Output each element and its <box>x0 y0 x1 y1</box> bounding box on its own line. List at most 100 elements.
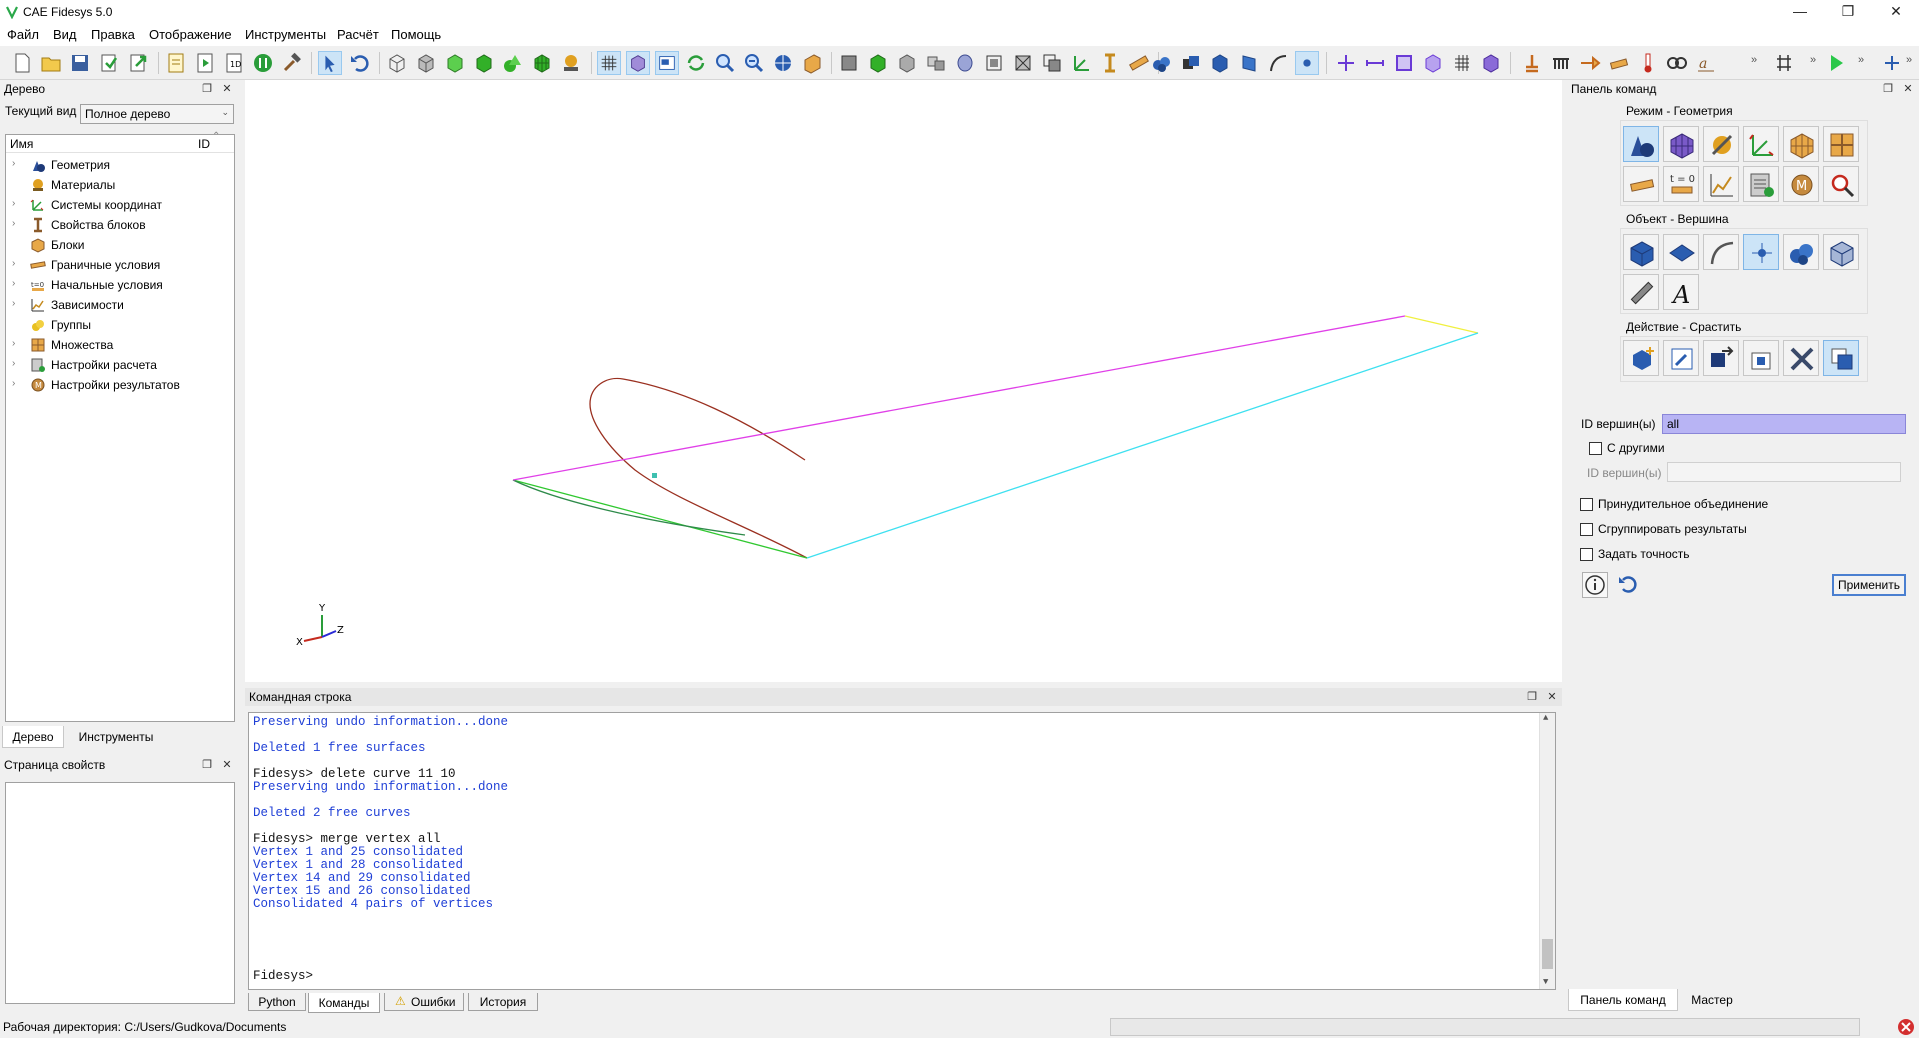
view-ellipse-icon[interactable] <box>953 51 977 75</box>
export-icon[interactable] <box>126 51 150 75</box>
menu-help[interactable]: Помощь <box>389 27 443 42</box>
menu-display[interactable]: Отображение <box>147 27 234 42</box>
expand-icon[interactable]: › <box>12 358 15 369</box>
import-icon[interactable] <box>97 51 121 75</box>
other-ids-input[interactable] <box>1667 462 1901 482</box>
action-split-button[interactable] <box>1743 340 1779 376</box>
graphics-viewport[interactable]: Y X Z <box>245 80 1562 682</box>
tree-col-name[interactable]: Имя <box>10 137 33 151</box>
force-merge-checkbox[interactable] <box>1580 498 1593 511</box>
force-arrow-icon[interactable] <box>1578 51 1602 75</box>
view-cross-icon[interactable] <box>1011 51 1035 75</box>
view-overlap-icon[interactable] <box>1040 51 1064 75</box>
object-surface-button[interactable] <box>1663 234 1699 270</box>
close-window-button[interactable]: ✕ <box>1873 0 1919 22</box>
tab-tools[interactable]: Инструменты <box>66 726 166 748</box>
with-others-checkbox[interactable] <box>1589 442 1602 455</box>
object-body-button[interactable] <box>1823 234 1859 270</box>
tab-tree[interactable]: Дерево <box>2 726 64 748</box>
volumes-icon[interactable] <box>1179 51 1203 75</box>
select-pointer-icon[interactable] <box>318 51 342 75</box>
shaded-box-icon[interactable] <box>414 51 438 75</box>
tree-col-id[interactable]: ID <box>198 137 210 151</box>
float-icon[interactable]: ❐ <box>200 756 214 774</box>
vertex-ids-input[interactable]: all <box>1662 414 1906 434</box>
object-vertex-button[interactable] <box>1743 234 1779 270</box>
scrollbar-thumb[interactable] <box>1542 939 1553 969</box>
tab-commands[interactable]: Команды <box>308 993 380 1013</box>
tab-history[interactable]: История <box>468 993 538 1011</box>
mode-results-button[interactable]: M <box>1783 166 1819 202</box>
formula-icon[interactable]: a <box>1694 51 1718 75</box>
curve-icon[interactable] <box>1266 51 1290 75</box>
info-button[interactable] <box>1582 572 1608 598</box>
element-block-icon[interactable] <box>1479 51 1503 75</box>
journal-icon[interactable] <box>164 51 188 75</box>
fit-all-icon[interactable] <box>771 51 795 75</box>
mode-blocks-button[interactable] <box>1783 126 1819 162</box>
mode-coordinates-button[interactable] <box>1743 126 1779 162</box>
tree-item-groups[interactable]: Группы <box>6 315 234 335</box>
tree-item-dependencies[interactable]: › Зависимости <box>6 295 234 315</box>
tab-command-panel[interactable]: Панель команд <box>1568 989 1678 1011</box>
play-script-icon[interactable] <box>193 51 217 75</box>
expand-icon[interactable]: › <box>12 198 15 209</box>
save-icon[interactable] <box>68 51 92 75</box>
scroll-up-icon[interactable]: ▲ <box>1543 713 1548 723</box>
tab-python[interactable]: Python <box>248 993 306 1011</box>
object-curve-button[interactable] <box>1703 234 1739 270</box>
surface-icon[interactable] <box>1237 51 1261 75</box>
object-measure-button[interactable] <box>1623 274 1659 310</box>
view-left-icon[interactable] <box>982 51 1006 75</box>
float-icon[interactable]: ❐ <box>200 80 214 98</box>
expand-icon[interactable]: › <box>12 298 15 309</box>
restore-button[interactable]: ❐ <box>1825 0 1871 22</box>
action-modify-button[interactable] <box>1663 340 1699 376</box>
zoom-in-icon[interactable] <box>713 51 737 75</box>
grid-icon[interactable] <box>597 51 621 75</box>
command-prompt[interactable]: Fidesys> <box>253 969 313 983</box>
perspective-box-icon[interactable] <box>800 51 824 75</box>
expand-icon[interactable]: › <box>12 158 15 169</box>
beam-profile-icon[interactable] <box>1098 51 1122 75</box>
menu-edit[interactable]: Правка <box>89 27 137 42</box>
volume-icon[interactable] <box>1208 51 1232 75</box>
tree-item-sets[interactable]: › Множества <box>6 335 234 355</box>
object-group-button[interactable] <box>1783 234 1819 270</box>
action-transform-button[interactable] <box>1703 340 1739 376</box>
green-box-icon[interactable] <box>443 51 467 75</box>
expand-icon[interactable]: › <box>12 258 15 269</box>
measure-icon[interactable] <box>1127 51 1151 75</box>
apply-button[interactable]: Применить <box>1832 574 1906 596</box>
object-volume-button[interactable] <box>1623 234 1659 270</box>
vertex-icon[interactable] <box>1295 51 1319 75</box>
tree-item-blocks[interactable]: Блоки <box>6 235 234 255</box>
expand-icon[interactable]: › <box>12 278 15 289</box>
materials-tool-icon[interactable] <box>559 51 583 75</box>
pressure-icon[interactable] <box>1607 51 1631 75</box>
menu-tools[interactable]: Инструменты <box>243 27 328 42</box>
mode-analysis-button[interactable] <box>1743 166 1779 202</box>
model-canvas[interactable]: Y X Z <box>245 80 1562 682</box>
tree-item-boundary-conditions[interactable]: › Граничные условия <box>6 255 234 275</box>
zoom-out-icon[interactable] <box>742 51 766 75</box>
action-delete-button[interactable] <box>1783 340 1819 376</box>
float-icon[interactable]: ❐ <box>1525 688 1539 706</box>
tree-item-materials[interactable]: Материалы <box>6 175 234 195</box>
tree-item-geometry[interactable]: › Геометрия <box>6 155 234 175</box>
mode-mesh-button[interactable] <box>1663 126 1699 162</box>
reset-button[interactable] <box>1616 572 1642 598</box>
tree-item-coordinate-systems[interactable]: › Системы координат <box>6 195 234 215</box>
face-icon[interactable] <box>1392 51 1416 75</box>
new-file-icon[interactable] <box>10 51 34 75</box>
menu-view[interactable]: Вид <box>51 27 79 42</box>
layout-toggle-icon[interactable] <box>1880 51 1904 75</box>
open-folder-icon[interactable] <box>39 51 63 75</box>
scroll-down-icon[interactable]: ▼ <box>1543 977 1548 987</box>
green-shapes-icon[interactable] <box>501 51 525 75</box>
current-view-dropdown[interactable]: Полное дерево ⌄ <box>80 104 234 124</box>
tree-item-analysis-settings[interactable]: › Настройки расчета <box>6 355 234 375</box>
tab-wizard[interactable]: Мастер <box>1680 989 1744 1011</box>
group-results-checkbox[interactable] <box>1580 523 1593 536</box>
expand-icon[interactable]: › <box>12 338 15 349</box>
